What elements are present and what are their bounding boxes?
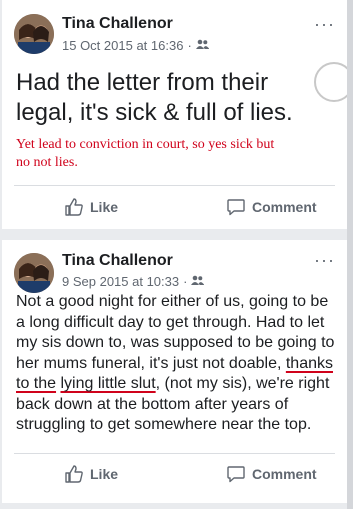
like-label: Like: [90, 199, 119, 215]
underlined-text: lying little slut: [60, 375, 156, 392]
comment-icon: [227, 199, 245, 216]
author-name[interactable]: Tina Challenor: [62, 252, 173, 270]
like-icon: [65, 198, 83, 216]
comment-icon: [227, 466, 245, 483]
avatar[interactable]: [14, 253, 54, 293]
more-options-icon[interactable]: ···: [314, 250, 335, 271]
comment-button[interactable]: Comment: [226, 197, 317, 217]
divider: [14, 185, 335, 186]
like-icon: [65, 465, 83, 483]
meta-separator: ·: [183, 274, 188, 289]
like-label: Like: [90, 466, 119, 482]
author-name[interactable]: Tina Challenor: [62, 15, 173, 33]
post-text: Not a good night for either of us, going…: [16, 292, 341, 436]
post-text: Had the letter from their legal, it's si…: [16, 69, 293, 126]
post-card: Tina Challenor 9 Sep 2015 at 10:33 · ···…: [2, 240, 347, 503]
comment-label: Comment: [252, 199, 317, 215]
annotation-text: Yet lead to conviction in court, so yes …: [16, 137, 275, 170]
friends-icon: [191, 274, 205, 289]
like-button[interactable]: Like: [64, 464, 118, 484]
post-card: Tina Challenor 15 Oct 2015 at 16:36 · ··…: [2, 0, 353, 229]
post-timestamp[interactable]: 15 Oct 2015 at 16:36: [62, 38, 183, 53]
avatar[interactable]: [14, 14, 54, 54]
post-meta: 15 Oct 2015 at 16:36 ·: [62, 38, 209, 53]
comment-button[interactable]: Comment: [226, 464, 317, 484]
scroll-edge: [347, 0, 353, 509]
more-options-icon[interactable]: ···: [314, 14, 335, 35]
comment-label: Comment: [252, 466, 317, 482]
post-timestamp[interactable]: 9 Sep 2015 at 10:33: [62, 274, 179, 289]
friends-icon: [195, 38, 209, 53]
divider: [14, 453, 335, 454]
meta-separator: ·: [187, 38, 192, 53]
post-meta: 9 Sep 2015 at 10:33 ·: [62, 274, 205, 289]
like-button[interactable]: Like: [64, 197, 118, 217]
